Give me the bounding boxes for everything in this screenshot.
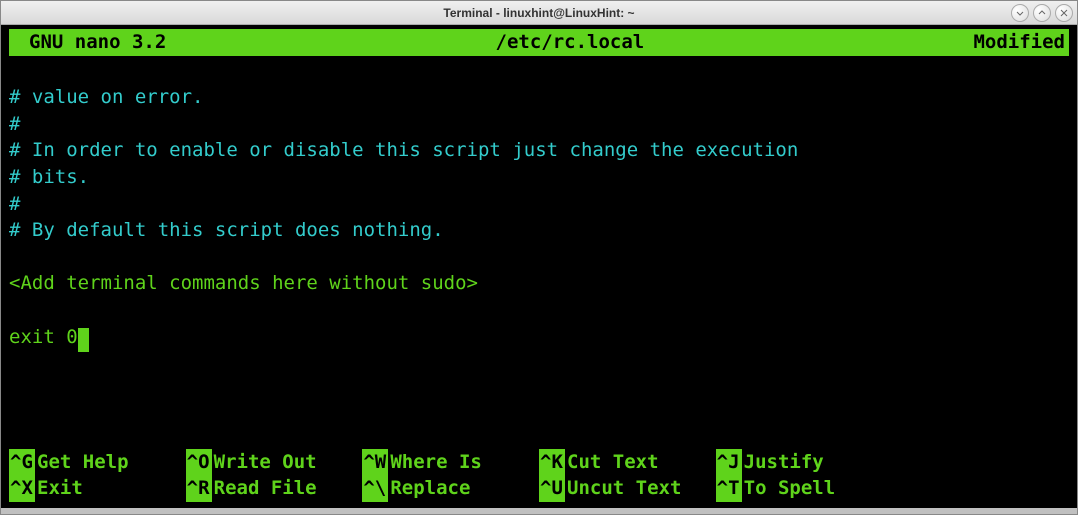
maximize-button[interactable] xyxy=(1033,4,1051,22)
window-controls xyxy=(1011,4,1073,22)
shortcut-tospell: ^T To Spell xyxy=(716,475,893,502)
nano-status: Modified xyxy=(973,29,1065,56)
key-label: ^\ xyxy=(362,475,388,502)
key-label: ^R xyxy=(186,475,212,502)
shortcut-whereis: ^W Where Is xyxy=(362,449,539,476)
key-label: ^K xyxy=(539,449,565,476)
shortcut-uncut: ^U Uncut Text xyxy=(539,475,716,502)
shortcut-label: Read File xyxy=(214,475,317,502)
cursor-icon xyxy=(78,328,89,352)
shortcut-label: Write Out xyxy=(214,449,317,476)
shortcut-label: Justify xyxy=(744,449,824,476)
shortcut-cut: ^K Cut Text xyxy=(539,449,716,476)
shortcut-label: Uncut Text xyxy=(567,475,681,502)
key-label: ^W xyxy=(362,449,388,476)
shortcut-label: Cut Text xyxy=(567,449,659,476)
editor-line: # By default this script does nothing. xyxy=(9,219,444,241)
key-label: ^X xyxy=(9,475,35,502)
terminal-area[interactable]: GNU nano 3.2 /etc/rc.local Modified # va… xyxy=(1,25,1077,508)
shortcut-help: ^G Get Help xyxy=(9,449,186,476)
shortcut-label: Where Is xyxy=(390,449,482,476)
shortcut-exit: ^X Exit xyxy=(9,475,186,502)
shortcut-replace: ^\ Replace xyxy=(362,475,539,502)
editor-line: exit 0 xyxy=(9,326,89,348)
shortcut-writeout: ^O Write Out xyxy=(186,449,363,476)
shortcut-label: To Spell xyxy=(744,475,836,502)
nano-version: GNU nano 3.2 xyxy=(13,29,166,56)
terminal-window: Terminal - linuxhint@LinuxHint: ~ GNU na… xyxy=(0,0,1078,515)
editor-line: # bits. xyxy=(9,166,89,188)
editor-line: <Add terminal commands here without sudo… xyxy=(9,272,478,294)
nano-header: GNU nano 3.2 /etc/rc.local Modified xyxy=(9,29,1069,56)
editor-content[interactable]: # value on error. # # In order to enable… xyxy=(9,58,1069,449)
nano-shortcuts: ^G Get Help ^O Write Out ^W Where Is ^K … xyxy=(9,449,1069,504)
titlebar: Terminal - linuxhint@LinuxHint: ~ xyxy=(1,1,1077,25)
minimize-button[interactable] xyxy=(1011,4,1029,22)
window-title: Terminal - linuxhint@LinuxHint: ~ xyxy=(443,6,634,20)
close-button[interactable] xyxy=(1055,4,1073,22)
window-border xyxy=(1,508,1077,514)
key-label: ^U xyxy=(539,475,565,502)
editor-line: # xyxy=(9,113,20,135)
shortcut-label: Replace xyxy=(390,475,470,502)
key-label: ^G xyxy=(9,449,35,476)
key-label: ^O xyxy=(186,449,212,476)
key-label: ^T xyxy=(716,475,742,502)
nano-filename: /etc/rc.local xyxy=(496,29,645,56)
editor-line: # value on error. xyxy=(9,86,203,108)
editor-line: # In order to enable or disable this scr… xyxy=(9,139,798,161)
shortcut-label: Get Help xyxy=(37,449,129,476)
shortcut-justify: ^J Justify xyxy=(716,449,893,476)
editor-line: # xyxy=(9,193,20,215)
key-label: ^J xyxy=(716,449,742,476)
shortcut-readfile: ^R Read File xyxy=(186,475,363,502)
shortcut-label: Exit xyxy=(37,475,83,502)
